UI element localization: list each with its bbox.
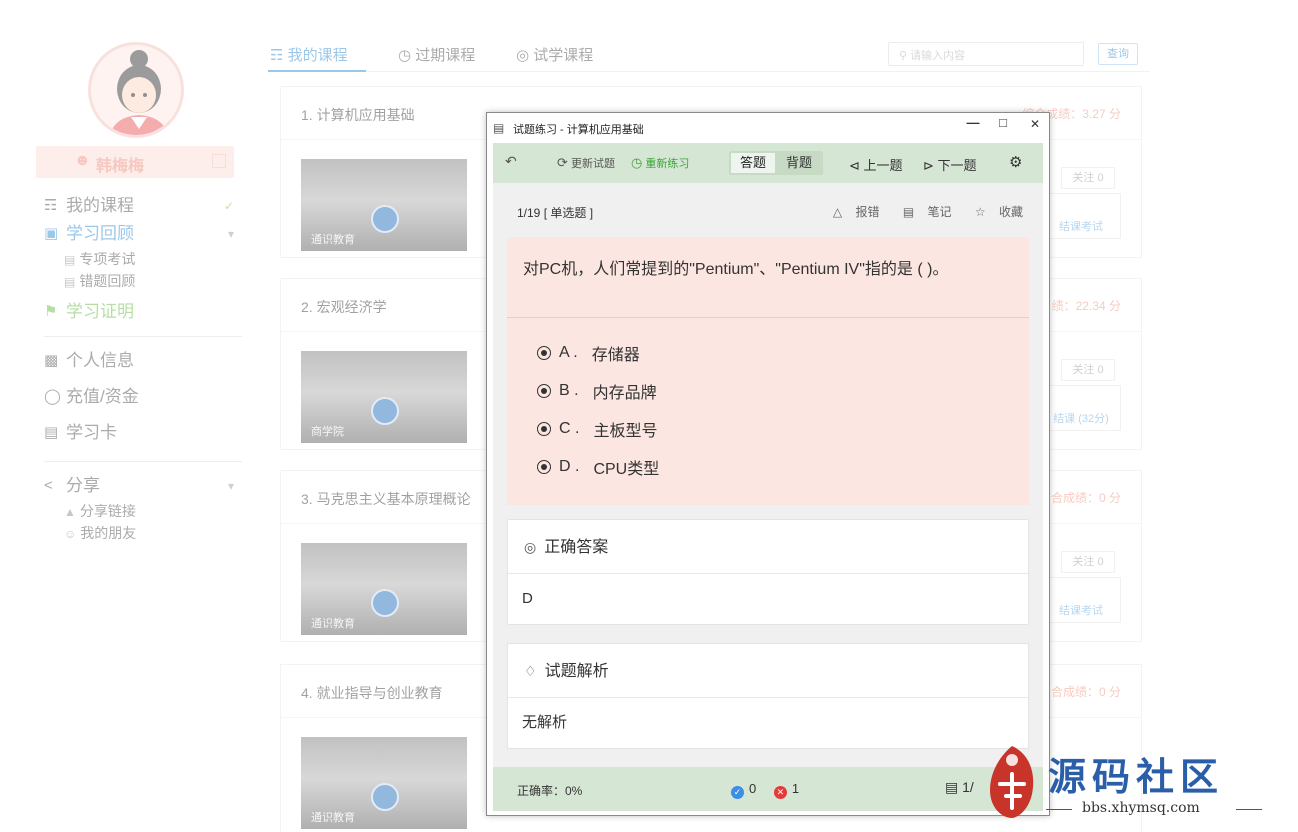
clock-icon: ◷ — [631, 155, 643, 170]
radio-icon — [537, 422, 551, 436]
correct-icon: ✓ — [731, 786, 744, 799]
correct-answer-heading: ◎ 正确答案 — [508, 520, 1028, 574]
divider — [1046, 809, 1072, 810]
mode-switch: 答题 背题 — [729, 151, 823, 175]
analysis-heading: ♢ 试题解析 — [508, 644, 1028, 698]
question-text: 对PC机，人们常提到的"Pentium"、"Pentium IV"指的是 ( )… — [523, 261, 949, 278]
answer-counts: ✓ 0 ✕ 1 — [731, 781, 799, 799]
recite-mode-tab[interactable]: 背题 — [777, 153, 821, 173]
refresh-icon: ⟳ — [557, 155, 568, 170]
warning-icon: △ — [832, 205, 843, 219]
option-b[interactable]: B . 内存品牌 — [537, 379, 657, 403]
redo-practice-button[interactable]: ◷ 重新练习 — [631, 155, 689, 171]
next-question-button[interactable]: ⊳ 下一题 — [923, 155, 977, 174]
accuracy-rate: 正确率：0% — [517, 784, 583, 798]
question-number: 1/19 [ 单选题 ] — [517, 206, 594, 220]
gear-icon[interactable]: ⚙ — [1009, 153, 1022, 171]
question-card: 对PC机，人们常提到的"Pentium"、"Pentium IV"指的是 ( )… — [507, 237, 1029, 505]
question-header: 1/19 [ 单选题 ] △ 报错 ▤ 笔记 ☆ 收藏 — [493, 183, 1043, 233]
minimize-button[interactable]: — — [963, 115, 983, 130]
report-button[interactable]: △ 报错 — [823, 205, 880, 219]
wrong-count: 1 — [791, 781, 800, 796]
option-d[interactable]: D . CPU类型 — [537, 455, 659, 479]
watermark-seal-icon — [990, 746, 1034, 818]
note-icon: ▤ — [902, 205, 915, 219]
analysis-value: 无解析 — [522, 714, 568, 731]
prev-icon: ⊲ — [849, 158, 860, 173]
divider — [507, 317, 1029, 318]
question-index[interactable]: ▤ 1/ — [945, 779, 974, 796]
dialog-title: 试题练习 - 计算机应用基础 — [513, 124, 644, 136]
radio-icon — [537, 346, 551, 360]
favorite-button[interactable]: ☆ 收藏 — [965, 205, 1023, 219]
back-icon[interactable]: ↶ — [505, 153, 517, 170]
stats-footer: 正确率：0% ✓ 0 ✕ 1 ▤ 1/ — [493, 767, 1043, 811]
answer-mode-tab[interactable]: 答题 — [731, 153, 775, 173]
correct-count: 0 — [749, 781, 757, 796]
next-icon: ⊳ — [923, 158, 934, 173]
analysis-card: ♢ 试题解析 无解析 — [507, 643, 1029, 749]
update-questions-button[interactable]: ⟳ 更新试题 — [557, 155, 615, 171]
correct-answer-value: D — [522, 590, 533, 607]
practice-dialog: ▤ 试题练习 - 计算机应用基础 — □ ✕ ↶ ⟳ 更新试题 ◷ 重新练习 答… — [486, 112, 1050, 816]
prev-question-button[interactable]: ⊲ 上一题 — [849, 155, 903, 174]
document-icon: ▤ — [493, 121, 505, 135]
watermark: 源码社区 bbs.xhymsq.com — [986, 740, 1266, 826]
practice-toolbar: ↶ ⟳ 更新试题 ◷ 重新练习 答题 背题 ⊲ 上一题 ⊳ 下一题 ⚙ — [493, 143, 1043, 183]
maximize-button[interactable]: □ — [993, 115, 1013, 130]
target-icon: ◎ — [524, 539, 537, 555]
question-tools: △ 报错 ▤ 笔记 ☆ 收藏 — [813, 203, 1023, 220]
question-content: 1/19 [ 单选题 ] △ 报错 ▤ 笔记 ☆ 收藏 对PC机，人们常提到的"… — [493, 183, 1043, 767]
answer-sheet-icon: ▤ — [945, 779, 959, 795]
close-button[interactable]: ✕ — [1025, 117, 1045, 131]
option-a[interactable]: A . 存储器 — [537, 341, 640, 365]
radio-icon — [537, 460, 551, 474]
option-c[interactable]: C . 主板型号 — [537, 417, 657, 441]
radio-icon — [537, 384, 551, 398]
wrong-icon: ✕ — [773, 786, 787, 799]
correct-answer-card: ◎ 正确答案 D — [507, 519, 1029, 625]
watermark-url: bbs.xhymsq.com — [1082, 800, 1200, 816]
note-button[interactable]: ▤ 笔记 — [893, 205, 952, 219]
dialog-titlebar[interactable]: ▤ 试题练习 - 计算机应用基础 — □ ✕ — [487, 113, 1049, 143]
cubes-icon: ♢ — [524, 663, 537, 679]
divider — [1236, 809, 1262, 810]
star-icon: ☆ — [974, 205, 986, 219]
watermark-title: 源码社区 — [1048, 755, 1225, 799]
